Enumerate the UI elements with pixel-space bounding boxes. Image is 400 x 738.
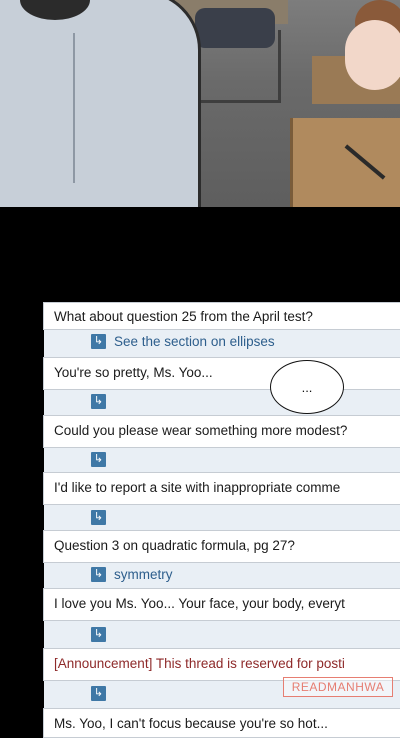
student-face xyxy=(345,20,400,90)
reply-row[interactable]: ↳ xyxy=(91,624,114,644)
thread-row[interactable]: Question 3 on quadratic formula, pg 27? xyxy=(43,530,400,563)
reply-arrow-icon: ↳ xyxy=(91,333,106,349)
desk xyxy=(290,118,400,207)
thread-title: You're so pretty, Ms. Yoo... xyxy=(54,365,213,380)
sleeping-student xyxy=(195,8,275,48)
thread-row[interactable]: What about question 25 from the April te… xyxy=(43,302,400,330)
thread-title: I'd like to report a site with inappropr… xyxy=(54,480,341,495)
reply-row[interactable]: ↳ symmetry xyxy=(91,564,173,584)
reply-arrow-icon: ↳ xyxy=(91,626,106,642)
thread-row[interactable]: Could you please wear something more mod… xyxy=(43,415,400,448)
announcement-title: [Announcement] This thread is reserved f… xyxy=(54,656,345,671)
thread-title: Question 3 on quadratic formula, pg 27? xyxy=(54,538,295,553)
reply-row[interactable]: ↳ See the section on ellipses xyxy=(91,331,275,351)
watermark: READMANHWA xyxy=(283,677,393,697)
watermark-text: READMANHWA xyxy=(291,680,385,694)
thread-title: I love you Ms. Yoo... Your face, your bo… xyxy=(54,596,345,611)
comic-panel-classroom xyxy=(0,0,400,207)
reply-arrow-icon: ↳ xyxy=(91,685,106,701)
thread-title: What about question 25 from the April te… xyxy=(54,309,313,324)
thread-title: Could you please wear something more mod… xyxy=(54,423,348,438)
thread-title: Ms. Yoo, I can't focus because you're so… xyxy=(54,716,328,731)
speech-bubble: ... xyxy=(270,360,344,414)
reply-text: See the section on ellipses xyxy=(114,333,275,349)
thread-row[interactable]: I'd like to report a site with inappropr… xyxy=(43,472,400,505)
reply-arrow-icon: ↳ xyxy=(91,566,106,582)
thread-row[interactable]: You're so pretty, Ms. Yoo... xyxy=(43,357,400,390)
reply-text: symmetry xyxy=(114,566,173,582)
reply-row[interactable]: ↳ xyxy=(91,391,114,411)
reply-row[interactable]: ↳ xyxy=(91,683,114,703)
thread-row[interactable]: Ms. Yoo, I can't focus because you're so… xyxy=(43,708,400,738)
thread-row[interactable]: I love you Ms. Yoo... Your face, your bo… xyxy=(43,588,400,621)
reply-arrow-icon: ↳ xyxy=(91,451,106,467)
reply-row[interactable]: ↳ xyxy=(91,449,114,469)
reply-arrow-icon: ↳ xyxy=(91,393,106,409)
reply-arrow-icon: ↳ xyxy=(91,509,106,525)
student-shirt xyxy=(0,0,201,207)
reply-row[interactable]: ↳ xyxy=(91,507,114,527)
speech-bubble-text: ... xyxy=(301,379,313,395)
